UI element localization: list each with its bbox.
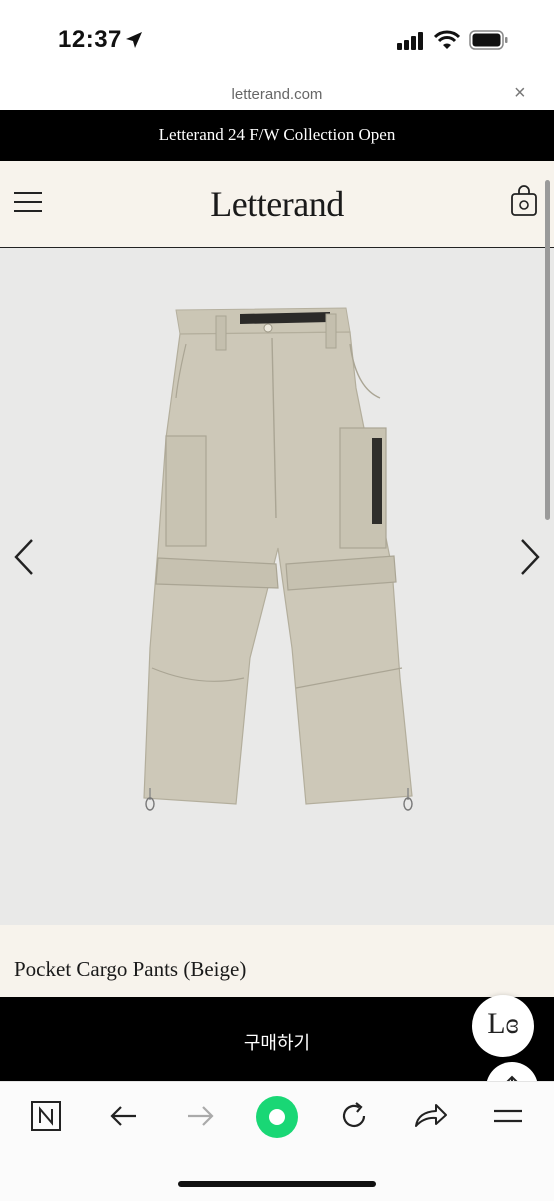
naver-n-icon[interactable] — [30, 1100, 62, 1132]
chevron-left-icon[interactable] — [12, 538, 36, 576]
home-indicator — [178, 1181, 376, 1187]
product-image — [143, 307, 413, 811]
buy-button-label[interactable]: 구매하기 — [0, 1029, 554, 1055]
product-image-carousel[interactable] — [0, 248, 554, 925]
buy-button[interactable]: 구매하기 — [0, 997, 554, 1081]
shopping-bag-icon[interactable] — [510, 185, 538, 217]
chat-badge-logo[interactable]: Lɞ — [472, 1007, 534, 1041]
chat-button[interactable]: Lɞ — [472, 995, 534, 1057]
status-time: 12:37 — [58, 26, 122, 53]
wifi-icon — [434, 30, 460, 49]
browser-url-bar[interactable]: letterand.com × — [0, 80, 554, 110]
hamburger-menu-icon[interactable] — [492, 1100, 524, 1132]
site-logo[interactable]: Letterand — [0, 183, 554, 225]
product-title: Pocket Cargo Pants (Beige) — [14, 957, 247, 981]
back-arrow-icon[interactable] — [108, 1100, 138, 1132]
scrollbar[interactable] — [545, 180, 550, 520]
url-text[interactable]: letterand.com — [0, 86, 554, 103]
location-arrow-icon — [126, 32, 142, 48]
announcement-text[interactable]: Letterand 24 F/W Collection Open — [0, 125, 554, 145]
green-dot-home-icon[interactable] — [256, 1096, 298, 1138]
chevron-right-icon[interactable] — [518, 538, 542, 576]
announcement-banner[interactable]: Letterand 24 F/W Collection Open — [0, 110, 554, 161]
product-title-area: Pocket Cargo Pants (Beige) — [0, 925, 554, 997]
battery-icon — [469, 30, 508, 50]
cellular-signal-icon — [397, 32, 423, 50]
forward-arrow-icon[interactable] — [186, 1100, 216, 1132]
site-header: Letterand — [0, 161, 554, 248]
close-icon[interactable]: × — [514, 82, 526, 105]
reload-icon[interactable] — [338, 1100, 370, 1132]
share-icon[interactable] — [414, 1100, 448, 1132]
status-bar: 12:37 — [0, 0, 554, 80]
